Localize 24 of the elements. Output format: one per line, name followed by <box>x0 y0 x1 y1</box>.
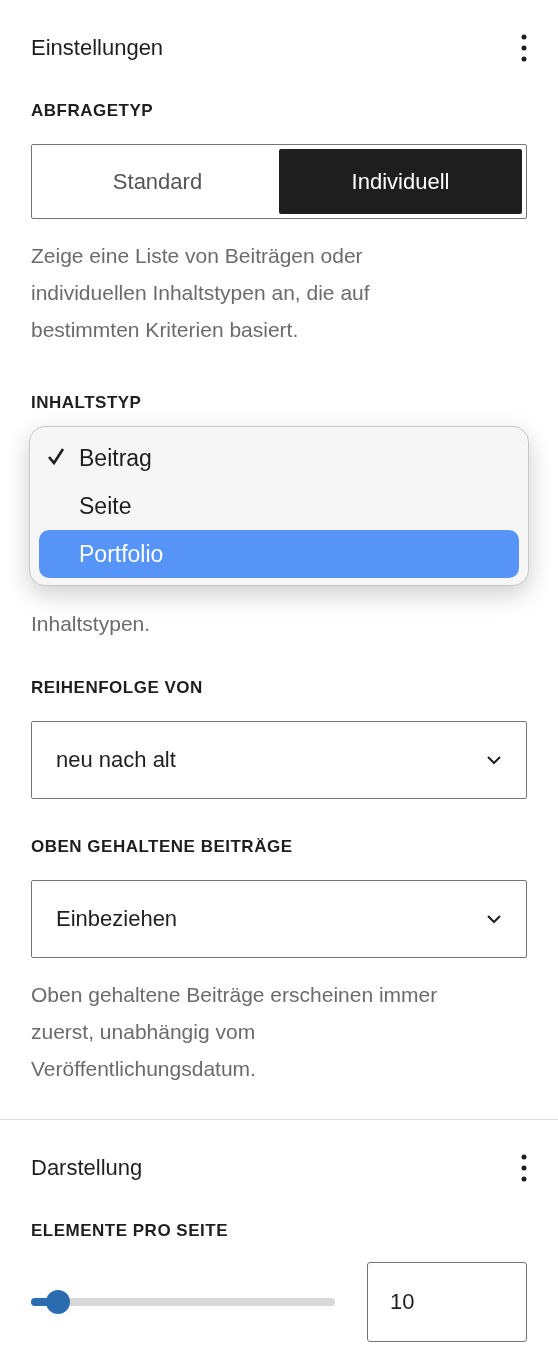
field-label: INHALTSTYP <box>31 393 143 413</box>
help-text: Oben gehaltene Beiträge erscheinen immer zuerst, unabhängig vom Veröffentlichungsdatum. <box>31 982 439 1082</box>
slider-thumb[interactable] <box>46 1290 71 1314</box>
toggle-option[interactable]: Individuell <box>279 149 522 214</box>
number-input[interactable]: 10 <box>367 1262 527 1342</box>
chevron-down-icon <box>486 755 502 765</box>
more-options-icon[interactable] <box>521 33 527 63</box>
select-field[interactable]: neu nach alt <box>31 721 527 799</box>
field-label: ABFRAGETYP <box>31 101 155 121</box>
menu-item[interactable]: Beitrag <box>39 434 519 482</box>
field-label: REIHENFOLGE VON <box>31 678 204 698</box>
field-label: OBEN GEHALTENE BEITRÄGE <box>31 837 294 857</box>
toggle-option[interactable]: Standard <box>36 149 279 214</box>
help-text: Inhaltstypen. <box>31 611 152 637</box>
menu-item[interactable]: Seite <box>39 482 519 530</box>
more-options-icon[interactable] <box>521 1153 527 1183</box>
field-label: ELEMENTE PRO SEITE <box>31 1221 229 1241</box>
slider-track[interactable] <box>31 1289 335 1315</box>
chevron-down-icon <box>486 914 502 924</box>
panel-title: Einstellungen <box>31 35 164 61</box>
checkmark-icon <box>47 447 65 465</box>
panel-title: Darstellung <box>31 1155 143 1181</box>
help-text: Zeige eine Liste von Beiträgen oder individuellen Inhaltstypen an, die auf bestimmten Kriterien basiert. <box>31 243 371 343</box>
select-field[interactable]: Einbeziehen <box>31 880 527 958</box>
